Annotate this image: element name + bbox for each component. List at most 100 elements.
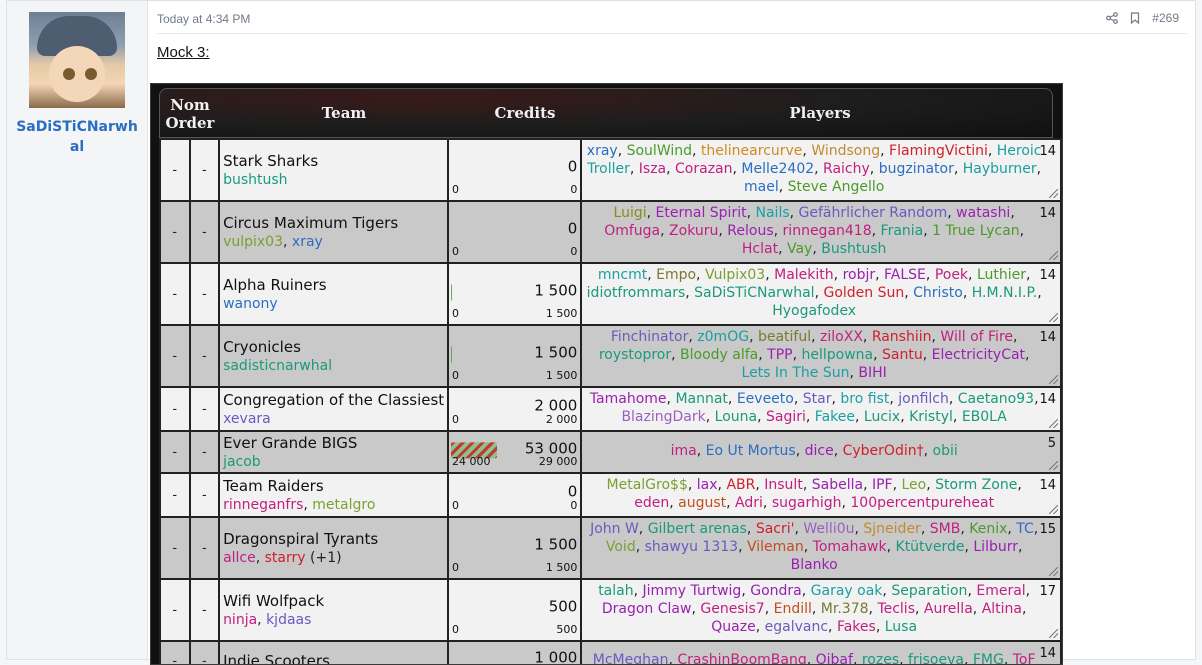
player-link[interactable]: obii bbox=[933, 443, 958, 459]
bookmark-icon[interactable] bbox=[1130, 12, 1140, 24]
player-link[interactable]: robjr bbox=[843, 267, 876, 283]
player-link[interactable]: Sabella bbox=[812, 477, 863, 493]
avatar[interactable] bbox=[29, 12, 125, 108]
player-link[interactable]: Ktütverde bbox=[896, 539, 965, 555]
player-link[interactable]: Will of Fire bbox=[940, 329, 1013, 345]
player-link[interactable]: Hayburner bbox=[963, 161, 1037, 177]
player-link[interactable]: CrashinBoomBang bbox=[677, 652, 806, 665]
player-link[interactable]: Insult bbox=[764, 477, 803, 493]
player-link[interactable]: beatiful bbox=[758, 329, 811, 345]
player-link[interactable]: Christo bbox=[913, 285, 963, 301]
resize-grip-icon[interactable] bbox=[1049, 313, 1058, 322]
player-link[interactable]: Lusa bbox=[885, 619, 917, 635]
player-link[interactable]: John W bbox=[590, 521, 639, 537]
owner-link[interactable]: xray bbox=[292, 234, 323, 250]
player-link[interactable]: Oibaf bbox=[816, 652, 853, 665]
player-link[interactable]: CyberOdin† bbox=[843, 443, 924, 459]
player-link[interactable]: H.M.N.I.P. bbox=[972, 285, 1037, 301]
player-link[interactable]: rozes bbox=[862, 652, 899, 665]
owner-link[interactable]: metalgro bbox=[312, 497, 375, 513]
player-link[interactable]: SoulWind bbox=[627, 143, 692, 159]
player-link[interactable]: Empo bbox=[656, 267, 696, 283]
player-link[interactable]: sugarhigh bbox=[772, 495, 842, 511]
player-link[interactable]: Hyogafodex bbox=[772, 303, 856, 319]
player-link[interactable]: McMeghan bbox=[593, 652, 669, 665]
player-link[interactable]: Louna bbox=[715, 409, 757, 425]
player-link[interactable]: ziloXX bbox=[820, 329, 863, 345]
resize-grip-icon[interactable] bbox=[1049, 251, 1058, 260]
owner-link[interactable]: xevara bbox=[223, 411, 271, 427]
owner-link[interactable]: wanony bbox=[223, 296, 278, 312]
player-link[interactable]: Altina bbox=[982, 601, 1022, 617]
player-link[interactable]: Gilbert arenas bbox=[648, 521, 747, 537]
player-link[interactable]: Void bbox=[606, 539, 636, 555]
player-link[interactable]: Frania bbox=[881, 223, 924, 239]
player-link[interactable]: lax bbox=[697, 477, 718, 493]
player-link[interactable]: shawyu 1313 bbox=[645, 539, 738, 555]
player-link[interactable]: Genesis7 bbox=[700, 601, 764, 617]
player-link[interactable]: Lucix bbox=[864, 409, 900, 425]
player-link[interactable]: ElectricityCat bbox=[932, 347, 1025, 363]
player-link[interactable]: Mannat bbox=[675, 391, 727, 407]
player-link[interactable]: Emeral bbox=[976, 583, 1025, 599]
player-link[interactable]: Sacri' bbox=[756, 521, 795, 537]
resize-grip-icon[interactable] bbox=[1049, 567, 1058, 576]
player-link[interactable]: frisoeva bbox=[908, 652, 964, 665]
player-link[interactable]: Lilburr bbox=[973, 539, 1018, 555]
player-link[interactable]: FMG bbox=[973, 652, 1004, 665]
player-link[interactable]: Aurella bbox=[924, 601, 973, 617]
player-link[interactable]: Vay bbox=[787, 241, 812, 257]
post-number-link[interactable]: #269 bbox=[1152, 11, 1179, 25]
player-link[interactable]: 1 True Lycan bbox=[932, 223, 1020, 239]
owner-link[interactable]: starry bbox=[265, 550, 306, 566]
player-link[interactable]: Storm Zone bbox=[935, 477, 1017, 493]
player-link[interactable]: eden bbox=[634, 495, 669, 511]
player-link[interactable]: SMB bbox=[930, 521, 961, 537]
player-link[interactable]: Leo bbox=[902, 477, 927, 493]
resize-grip-icon[interactable] bbox=[1049, 375, 1058, 384]
player-link[interactable]: Gondra bbox=[750, 583, 802, 599]
player-link[interactable]: egalvanc bbox=[765, 619, 828, 635]
player-link[interactable]: Ranshiin bbox=[872, 329, 932, 345]
player-link[interactable]: Tamahome bbox=[590, 391, 667, 407]
resize-grip-icon[interactable] bbox=[1049, 189, 1058, 198]
player-link[interactable]: roystopror bbox=[599, 347, 671, 363]
player-link[interactable]: FlamingVictini bbox=[889, 143, 988, 159]
player-link[interactable]: Teclis bbox=[877, 601, 915, 617]
owner-link[interactable]: vulpix03 bbox=[223, 234, 283, 250]
player-link[interactable]: Dragon Claw bbox=[602, 601, 692, 617]
player-link[interactable]: Luigi bbox=[614, 205, 647, 221]
owner-link[interactable]: bushtush bbox=[223, 172, 287, 188]
player-link[interactable]: Omfuga bbox=[604, 223, 660, 239]
player-link[interactable]: Bloody alfa bbox=[680, 347, 758, 363]
player-link[interactable]: Golden Sun bbox=[823, 285, 904, 301]
player-link[interactable]: MetalGro$$ bbox=[607, 477, 688, 493]
player-link[interactable]: Eternal Spirit bbox=[656, 205, 747, 221]
owner-link[interactable]: rinneganfrs bbox=[223, 497, 303, 513]
username-link[interactable]: SaDiSTiCNarwhal bbox=[15, 117, 139, 157]
player-link[interactable]: Fakes bbox=[837, 619, 876, 635]
player-link[interactable]: jonfilch bbox=[898, 391, 949, 407]
resize-grip-icon[interactable] bbox=[1049, 629, 1058, 638]
player-link[interactable]: Fakee bbox=[815, 409, 855, 425]
owner-link[interactable]: kjdaas bbox=[266, 612, 311, 628]
player-link[interactable]: Corazan bbox=[675, 161, 732, 177]
player-link[interactable]: EB0LA bbox=[962, 409, 1007, 425]
player-link[interactable]: Melle2402 bbox=[741, 161, 814, 177]
player-link[interactable]: Star bbox=[803, 391, 832, 407]
player-link[interactable]: Relous bbox=[727, 223, 773, 239]
player-link[interactable]: Garay oak bbox=[811, 583, 883, 599]
player-link[interactable]: Vileman bbox=[747, 539, 804, 555]
player-link[interactable]: Luthier bbox=[977, 267, 1026, 283]
player-link[interactable]: thelinearcurve bbox=[701, 143, 803, 159]
player-link[interactable]: mncmt bbox=[598, 267, 647, 283]
player-link[interactable]: Steve Angello bbox=[788, 179, 885, 195]
player-link[interactable]: Mr.378 bbox=[821, 601, 869, 617]
share-icon[interactable] bbox=[1106, 12, 1118, 24]
player-link[interactable]: Windsong bbox=[811, 143, 880, 159]
owner-link[interactable]: ninja bbox=[223, 612, 257, 628]
player-link[interactable]: Nails bbox=[756, 205, 790, 221]
player-link[interactable]: IPF bbox=[872, 477, 893, 493]
owner-link[interactable]: allce bbox=[223, 550, 256, 566]
player-link[interactable]: dice bbox=[805, 443, 834, 459]
